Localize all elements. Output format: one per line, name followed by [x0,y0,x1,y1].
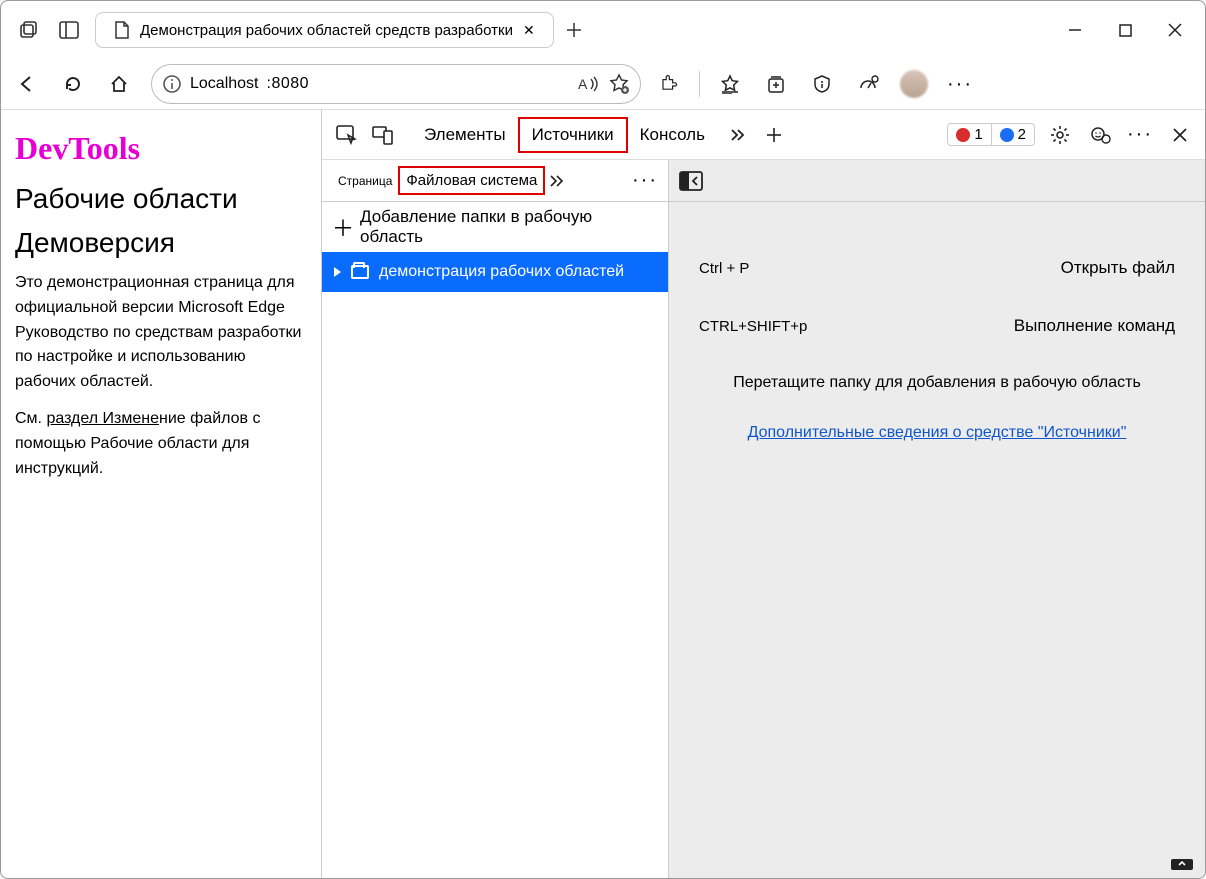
page-heading-2: Демоверсия [15,227,307,259]
favorites-icon[interactable] [712,66,748,102]
devtools-settings-icon[interactable] [1045,120,1075,150]
drawer-toggle-icon[interactable] [1169,854,1195,872]
issues-badge[interactable]: 2 [992,124,1034,145]
page-paragraph-1: Это демонстрационная страница для официа… [15,271,307,395]
svg-text:A: A [578,76,588,92]
address-bar[interactable]: Localhost :8080 A [151,64,641,104]
browser-menu-button[interactable]: ··· [942,66,978,102]
url-text-port: :8080 [267,75,310,93]
extensions-icon[interactable] [651,66,687,102]
folder-label: демонстрация рабочих областей [379,263,624,281]
hint-open-file: Ctrl + P Открыть файл [699,258,1175,278]
collections-icon[interactable] [758,66,794,102]
sources-subtab-page[interactable]: Страница [332,170,398,192]
back-button[interactable] [9,66,45,102]
sources-learn-more-link[interactable]: Дополнительные сведения о средстве "Исто… [748,424,1127,441]
feedback-icon[interactable] [1085,120,1115,150]
read-aloud-icon[interactable]: A [578,74,600,94]
security-icon[interactable] [804,66,840,102]
tab-title: Демонстрация рабочих областей средств ра… [140,22,513,39]
devtools-menu-button[interactable]: ··· [1125,120,1155,150]
expand-triangle-icon [334,267,341,277]
page-paragraph-2: См. раздел Изменение файлов с помощью Ра… [15,407,307,481]
page-content: DevTools Рабочие области Демоверсия Это … [1,110,321,878]
url-text-host: Localhost [190,75,259,93]
devtools-close-button[interactable] [1165,120,1195,150]
performance-icon[interactable] [850,66,886,102]
tab-close-button[interactable]: ✕ [523,22,535,39]
close-window-button[interactable] [1167,22,1183,38]
plus-icon: ＋ [332,211,354,243]
browser-tab[interactable]: Демонстрация рабочих областей средств ра… [95,12,554,48]
minimize-button[interactable] [1067,22,1083,38]
home-button[interactable] [101,66,137,102]
favorite-icon[interactable] [608,73,630,95]
tab-actions-icon[interactable] [15,16,43,44]
hint-drop-folder: Перетащите папку для добавления в рабочу… [699,374,1175,392]
more-tabs-icon[interactable] [723,120,753,150]
workspace-folder-item[interactable]: демонстрация рабочих областей [322,252,668,292]
error-icon [956,128,970,142]
page-icon [114,21,130,39]
issue-icon [1000,128,1014,142]
collapse-sidebar-icon[interactable] [679,171,703,191]
devtools-tab-sources[interactable]: Источники [518,117,628,153]
new-tab-button[interactable] [560,16,588,44]
errors-badge[interactable]: 1 [948,124,991,145]
vertical-tabs-icon[interactable] [55,16,83,44]
hint-run-command: CTRL+SHIFT+p Выполнение команд [699,316,1175,336]
more-subtabs-icon[interactable] [549,174,565,188]
sources-subtab-filesystem[interactable]: Файловая система [398,166,545,195]
devtools-panel: Элементы Источники Консоль 1 2 ··· [321,110,1205,878]
folder-icon [351,265,369,279]
inspect-element-icon[interactable] [332,120,362,150]
site-info-icon[interactable] [162,74,182,94]
device-emulation-icon[interactable] [368,120,398,150]
refresh-button[interactable] [55,66,91,102]
page-brand: DevTools [15,130,307,167]
devtools-tab-console[interactable]: Консоль [628,119,717,151]
add-folder-button[interactable]: ＋ Добавление папки в рабочую область [322,202,668,252]
new-tab-devtools-button[interactable] [759,120,789,150]
devtools-tab-elements[interactable]: Элементы [412,119,518,151]
page-heading-1: Рабочие области [15,183,307,215]
sources-subtab-menu[interactable]: ··· [632,169,658,192]
maximize-button[interactable] [1117,22,1133,38]
page-link[interactable]: раздел Измене [46,410,159,427]
profile-avatar[interactable] [896,66,932,102]
